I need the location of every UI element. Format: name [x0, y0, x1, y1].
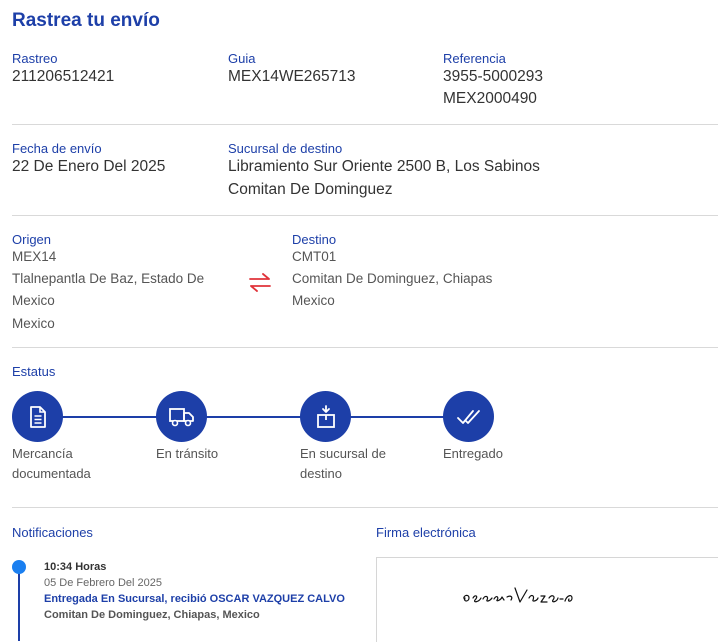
- divider: [12, 507, 718, 508]
- firma-label: Firma electrónica: [376, 525, 476, 540]
- divider: [12, 347, 718, 348]
- rastreo-label: Rastreo: [12, 51, 58, 66]
- referencia-label: Referencia: [443, 51, 506, 66]
- step-en-transito: [156, 391, 207, 442]
- truck-icon: [168, 407, 194, 426]
- signature-image: [463, 587, 573, 603]
- step-label-line: Mercancía: [12, 446, 73, 461]
- step-documentada: [12, 391, 63, 442]
- step-entregado: [443, 391, 494, 442]
- status-progress-line: [37, 416, 469, 418]
- signature-box: [376, 557, 718, 642]
- notificaciones-label: Notificaciones: [12, 525, 93, 540]
- double-check-icon: [456, 409, 480, 424]
- notification-time: 10:34 Horas: [44, 561, 107, 573]
- divider: [12, 215, 718, 216]
- origen-code: MEX14: [12, 249, 57, 264]
- timeline-line: [18, 572, 20, 641]
- step-label-documentada: Mercancía documentada: [12, 444, 112, 483]
- sucursal-destino-line-1: Libramiento Sur Oriente 2500 B, Los Sabi…: [228, 158, 540, 175]
- destino-label: Destino: [292, 232, 337, 247]
- destino-code: CMT01: [292, 249, 337, 264]
- fecha-envio-label: Fecha de envío: [12, 141, 102, 156]
- rastreo-value: 211206512421: [12, 68, 115, 85]
- notification-status: Entregada En Sucursal, recibió OSCAR VAZ…: [44, 593, 345, 605]
- destino-line-2: Mexico: [292, 293, 335, 308]
- step-label-line: Entregado: [443, 446, 503, 461]
- sucursal-destino-label: Sucursal de destino: [228, 141, 343, 156]
- origen-line-3: Mexico: [12, 316, 55, 331]
- sucursal-destino-line-2: Comitan De Dominguez: [228, 181, 393, 198]
- destino-line-1: Comitan De Dominguez, Chiapas: [292, 271, 493, 286]
- guia-value: MEX14WE265713: [228, 68, 356, 85]
- package-icon: [316, 404, 335, 428]
- estatus-label: Estatus: [12, 364, 56, 379]
- referencia-value-1: 3955-5000293: [443, 68, 543, 85]
- step-label-en-transito: En tránsito: [156, 444, 256, 464]
- divider: [12, 124, 718, 125]
- referencia-value-2: MEX2000490: [443, 90, 537, 107]
- origen-line-2: Mexico: [12, 293, 55, 308]
- step-label-line: En tránsito: [156, 446, 219, 461]
- document-icon: [29, 405, 46, 428]
- step-label-en-sucursal: En sucursal de destino: [300, 444, 400, 483]
- step-label-line: En sucursal de: [300, 446, 386, 461]
- swap-arrows-icon: [249, 273, 271, 292]
- timeline-dot: [12, 560, 26, 574]
- step-en-sucursal: [300, 391, 351, 442]
- step-label-line: destino: [300, 465, 342, 481]
- notification-date: 05 De Febrero Del 2025: [44, 577, 163, 589]
- fecha-envio-value: 22 De Enero Del 2025: [12, 158, 166, 175]
- step-label-line: documentada: [12, 465, 91, 481]
- step-label-entregado: Entregado: [443, 444, 543, 464]
- origen-label: Origen: [12, 232, 52, 247]
- page-title: Rastrea tu envío: [12, 10, 160, 31]
- notification-location: Comitan De Dominguez, Chiapas, Mexico: [44, 609, 260, 621]
- origen-line-1: Tlalnepantla De Baz, Estado De: [12, 271, 205, 286]
- guia-label: Guia: [228, 51, 256, 66]
